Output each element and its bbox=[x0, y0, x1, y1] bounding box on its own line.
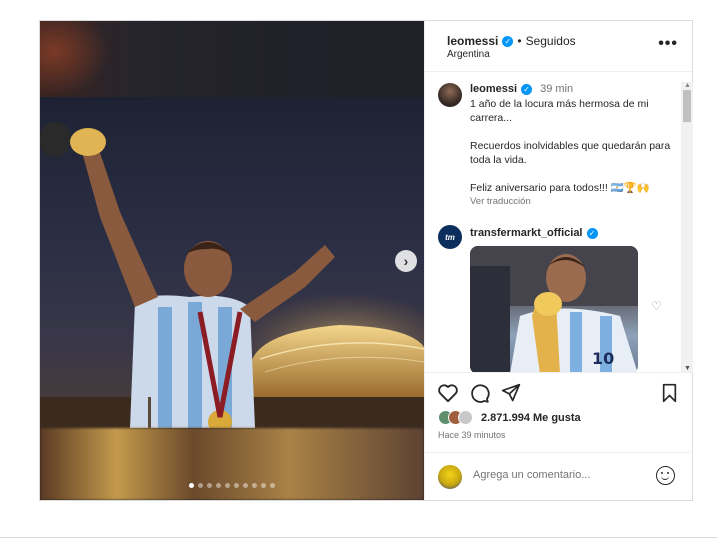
verified-badge-icon: ✓ bbox=[586, 227, 598, 239]
following-button[interactable]: Seguidos bbox=[526, 34, 576, 48]
carousel-dot bbox=[261, 483, 266, 488]
carousel-next-button[interactable]: › bbox=[395, 250, 417, 272]
like-comment-heart-icon[interactable]: ♡ bbox=[651, 299, 662, 313]
heart-icon[interactable] bbox=[437, 383, 459, 403]
share-icon[interactable] bbox=[501, 383, 521, 403]
avatar[interactable]: tm bbox=[438, 225, 462, 249]
svg-text:10: 10 bbox=[592, 349, 614, 368]
comment-username[interactable]: transfermarkt_official bbox=[470, 227, 583, 239]
comments-scrollbar[interactable]: ▲ ▼ bbox=[681, 82, 693, 372]
carousel-dot bbox=[198, 483, 203, 488]
carousel-dots bbox=[40, 483, 424, 488]
see-translation-link[interactable]: Ver traducción bbox=[470, 196, 531, 207]
carousel-dot bbox=[234, 483, 239, 488]
celebration-photo-illustration bbox=[40, 122, 424, 428]
post-sidebar: leomessi ✓ • Seguidos Argentina ••• leom… bbox=[424, 21, 693, 500]
bookmark-icon[interactable] bbox=[661, 383, 678, 403]
post-timestamp[interactable]: Hace 39 minutos bbox=[438, 430, 506, 440]
comment-user-row: transfermarkt_official ✓ bbox=[470, 227, 598, 239]
scroll-down-arrow-icon[interactable]: ▼ bbox=[684, 365, 691, 372]
scrollbar-thumb[interactable] bbox=[683, 90, 691, 122]
more-options-icon[interactable]: ••• bbox=[658, 35, 678, 53]
carousel-dot bbox=[225, 483, 230, 488]
comment-icon[interactable] bbox=[469, 383, 490, 404]
add-comment-bar bbox=[425, 452, 693, 500]
likes-count[interactable]: 2.871.994 Me gusta bbox=[481, 412, 581, 424]
avatar bbox=[438, 465, 462, 489]
scroll-up-arrow-icon[interactable]: ▲ bbox=[684, 82, 691, 89]
page-divider bbox=[0, 537, 717, 538]
header-separator: • bbox=[517, 34, 522, 48]
carousel-dot bbox=[189, 483, 194, 488]
carousel-dot bbox=[270, 483, 275, 488]
caption-time: 39 min bbox=[540, 83, 574, 95]
likers-avatars[interactable] bbox=[438, 410, 478, 426]
header-user-row: leomessi ✓ • Seguidos bbox=[447, 34, 576, 48]
verified-badge-icon: ✓ bbox=[502, 35, 514, 47]
carousel-dot bbox=[252, 483, 257, 488]
avatar bbox=[458, 410, 473, 425]
comment-avatar-text: tm bbox=[445, 232, 455, 242]
carousel-dot bbox=[207, 483, 212, 488]
caption-user-row: leomessi ✓ 39 min bbox=[470, 83, 573, 95]
post-location[interactable]: Argentina bbox=[447, 49, 490, 60]
comment-image[interactable]: 10 bbox=[470, 246, 638, 372]
media-bottom-strip bbox=[40, 428, 424, 500]
caption-text: 1 año de la locura más hermosa de mi car… bbox=[470, 98, 671, 194]
avatar[interactable] bbox=[438, 83, 462, 107]
carousel-dot bbox=[243, 483, 248, 488]
trophy-kiss-illustration: 10 bbox=[470, 246, 638, 372]
header-username[interactable]: leomessi bbox=[447, 34, 498, 48]
chevron-right-icon: › bbox=[403, 253, 409, 269]
media-top-strip bbox=[40, 21, 424, 97]
comment-input[interactable] bbox=[473, 469, 643, 481]
caption-username[interactable]: leomessi bbox=[470, 83, 517, 95]
emoji-icon[interactable] bbox=[656, 466, 675, 485]
carousel-dot bbox=[216, 483, 221, 488]
post-header: leomessi ✓ • Seguidos Argentina ••• bbox=[425, 21, 692, 72]
post-actions: 2.871.994 Me gusta Hace 39 minutos bbox=[425, 372, 693, 452]
post-photo bbox=[40, 97, 424, 428]
post-media-carousel[interactable]: › bbox=[40, 21, 424, 500]
post-modal: › leomessi ✓ • Seguidos Argentina ••• le… bbox=[39, 20, 693, 501]
comments-section[interactable]: leomessi ✓ 39 min 1 año de la locura más… bbox=[425, 72, 693, 372]
verified-badge-icon: ✓ bbox=[521, 83, 533, 95]
